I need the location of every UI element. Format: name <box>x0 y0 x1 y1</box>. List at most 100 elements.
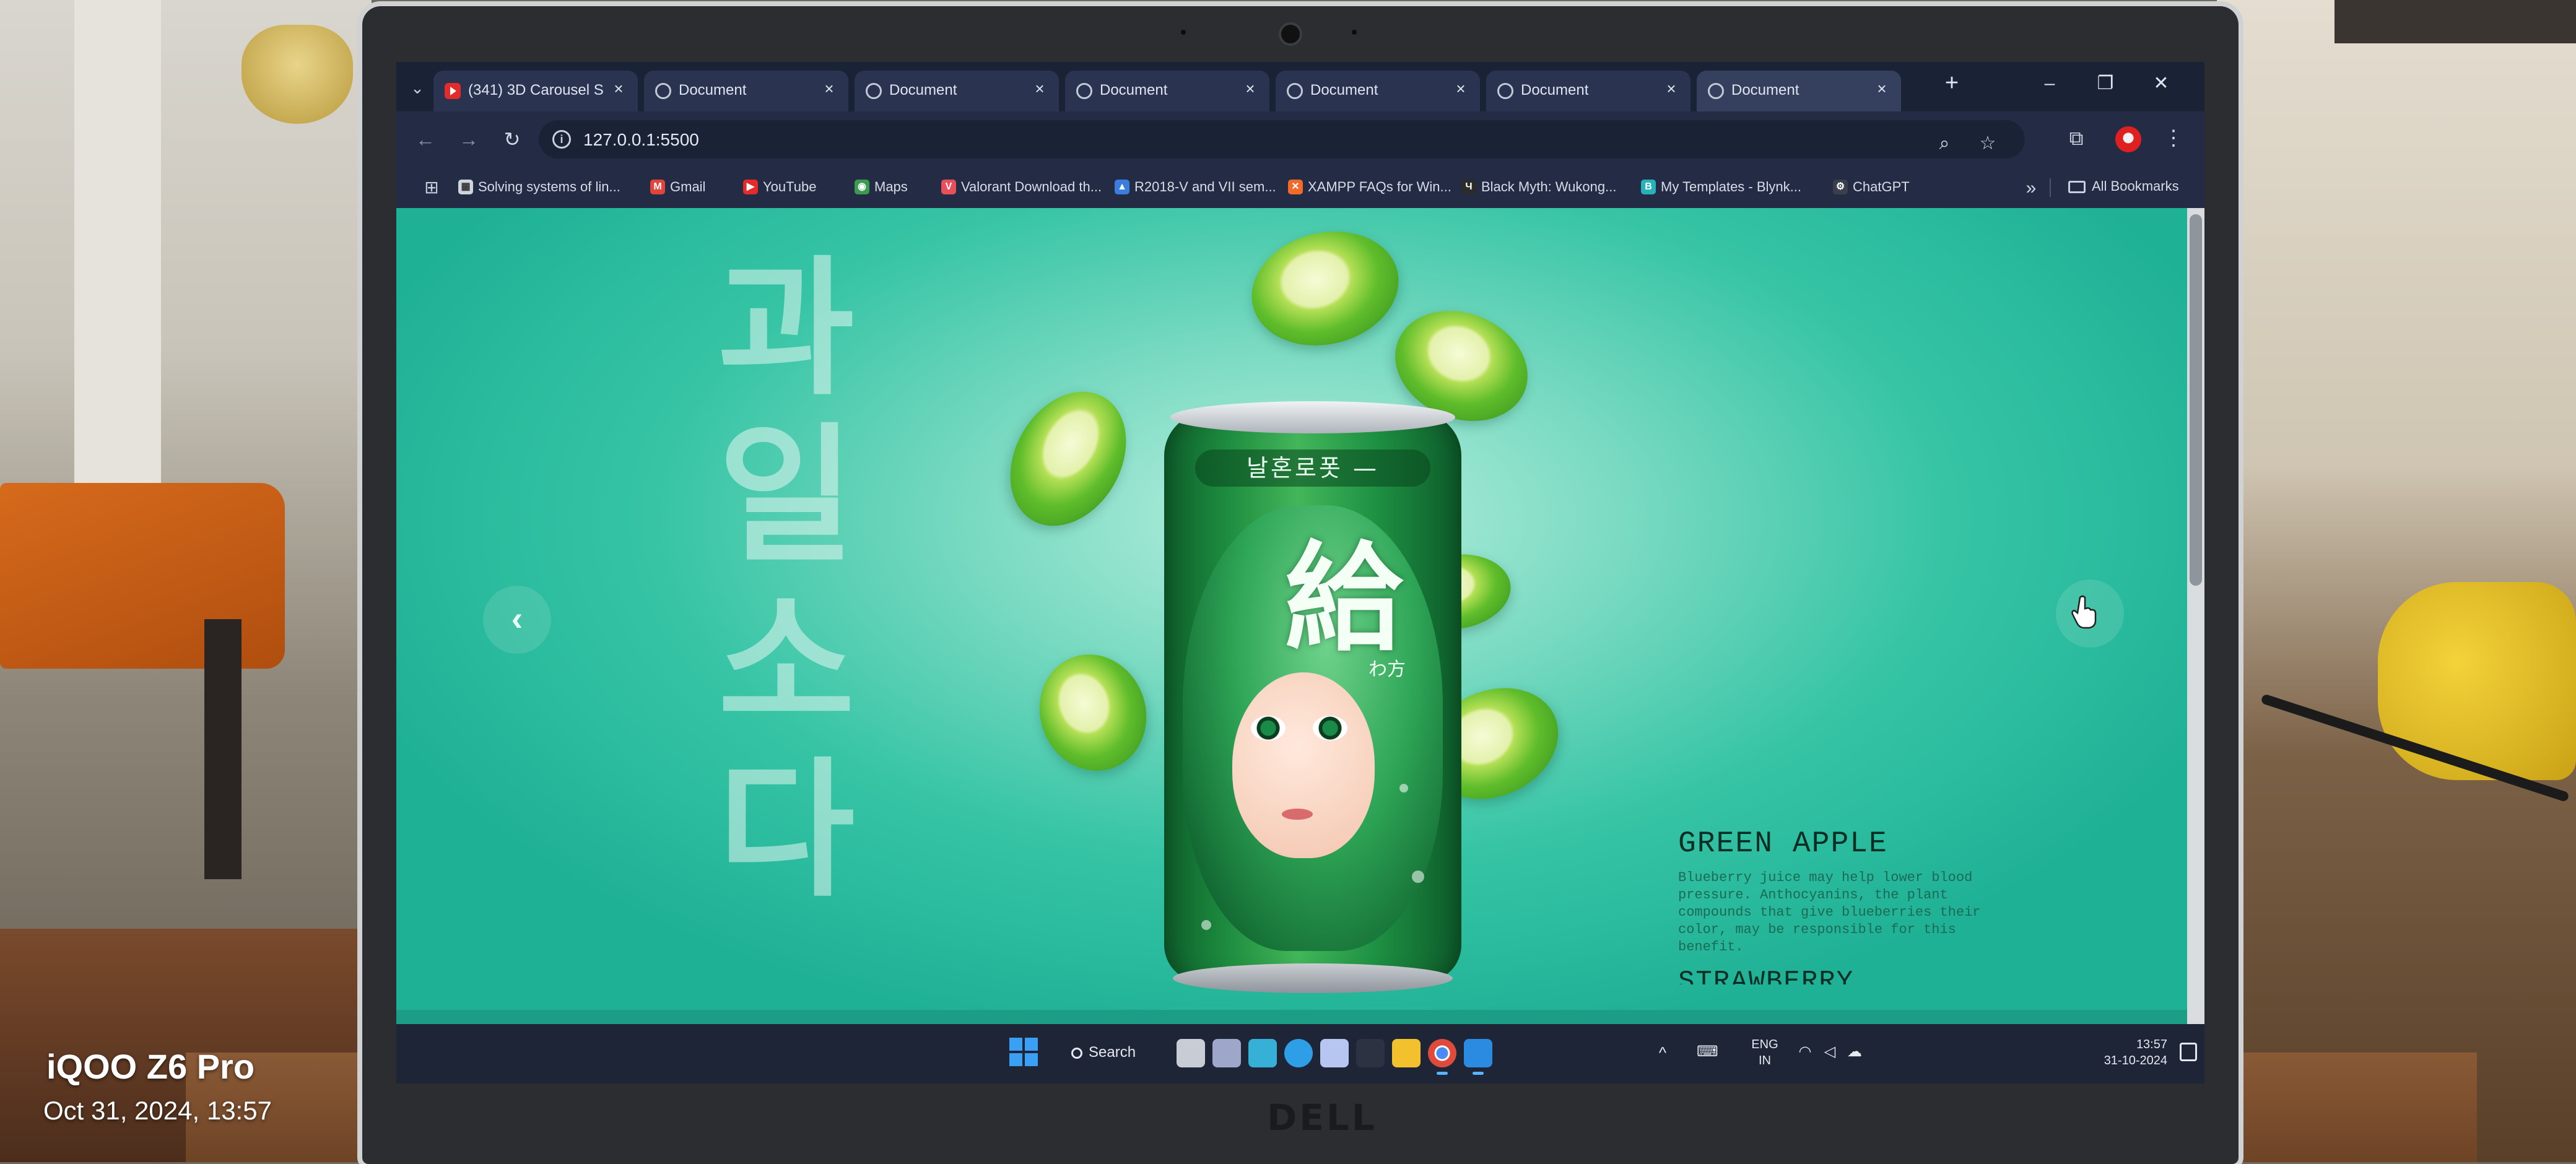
bookmark-gmail[interactable]: M Gmail <box>650 178 705 199</box>
bookmark-chatgpt[interactable]: ⚙ ChatGPT <box>1833 178 1910 199</box>
product-description: Blueberry juice may help lower blood pre… <box>1678 870 1981 955</box>
hangul-char: 다 <box>718 744 855 917</box>
web-page-viewport: 과 일 소 다 날혼로폿 — 給 わ方 ‹ › <box>396 208 2204 1024</box>
apps-grid-icon[interactable]: ⊞ <box>421 177 442 198</box>
new-tab-button[interactable]: + <box>1938 69 1965 97</box>
bookmark-label: YouTube <box>763 179 817 195</box>
meet-icon[interactable] <box>1212 1039 1241 1067</box>
address-bar[interactable]: i ⌕ ☆ <box>539 120 2025 159</box>
globe-icon <box>1497 83 1513 99</box>
close-icon[interactable]: × <box>1873 79 1891 98</box>
close-icon[interactable]: × <box>1241 79 1260 98</box>
close-window-button[interactable]: ✕ <box>2143 68 2180 99</box>
camera-watermark-model: iQOO Z6 Pro <box>46 1047 255 1086</box>
divider <box>2050 178 2051 197</box>
bookmark-star-icon[interactable]: ☆ <box>1975 131 2000 156</box>
file-explorer-icon[interactable] <box>1392 1039 1421 1067</box>
bookmark-maps[interactable]: ◉ Maps <box>855 178 908 199</box>
site-info-icon[interactable]: i <box>552 130 571 149</box>
gmail-icon: M <box>650 180 665 195</box>
tab-document[interactable]: Document × <box>855 71 1059 111</box>
globe-icon <box>1708 83 1724 99</box>
region-code: IN <box>1759 1054 1771 1067</box>
soda-can-image: 날혼로폿 — 給 わ方 <box>1164 401 1461 993</box>
volume-icon[interactable]: ◁ <box>1821 1043 1839 1061</box>
tab-title: (341) 3D Carousel S <box>468 82 604 98</box>
start-tile <box>1009 1053 1022 1066</box>
tab-document[interactable]: Document × <box>1276 71 1480 111</box>
back-button[interactable]: ← <box>411 125 440 154</box>
bookmark-label: XAMPP FAQs for Win... <box>1308 179 1451 195</box>
apple-slice-image <box>1239 216 1411 361</box>
close-icon[interactable]: × <box>609 79 628 98</box>
bookmarks-overflow-button[interactable]: » <box>2019 176 2043 201</box>
bookmark-valorant[interactable]: V Valorant Download th... <box>941 178 1102 199</box>
taskbar-search-button[interactable]: Search <box>1071 1038 1136 1067</box>
zoom-icon[interactable]: ⌕ <box>1932 131 1957 156</box>
maps-icon: ◉ <box>855 180 869 195</box>
bookmark-black-myth[interactable]: Ч Black Myth: Wukong... <box>1461 178 1616 199</box>
chrome-icon[interactable] <box>1428 1039 1456 1075</box>
weather-icon[interactable]: ☁ <box>1845 1043 1864 1061</box>
tab-search-button[interactable]: ⌄ <box>405 76 430 100</box>
bookmark-label: R2018-V and VII sem... <box>1134 179 1276 195</box>
widgets-icon[interactable] <box>1356 1039 1385 1067</box>
tab-document[interactable]: Document × <box>644 71 848 111</box>
tray-overflow-icon[interactable]: ^ <box>1653 1040 1672 1065</box>
browser-toolbar: ← → ↻ i ⌕ ☆ ⧉ ⋮ <box>396 111 2204 167</box>
folder-icon <box>2068 181 2086 194</box>
bookmark-youtube[interactable]: ▶ YouTube <box>743 178 816 199</box>
task-view-icon[interactable] <box>1177 1039 1205 1067</box>
bookmark-label: Gmail <box>670 179 706 195</box>
browser-menu-icon[interactable]: ⋮ <box>2161 124 2186 152</box>
start-tile <box>1025 1038 1038 1051</box>
bubble <box>1412 871 1424 883</box>
bookmark-r2018[interactable]: ▲ R2018-V and VII sem... <box>1115 178 1276 199</box>
close-icon[interactable]: × <box>1451 79 1470 98</box>
snipping-tool-icon[interactable] <box>1320 1039 1349 1067</box>
vscode-icon[interactable] <box>1464 1039 1492 1075</box>
copilot-icon[interactable] <box>1248 1039 1277 1067</box>
tab-document[interactable]: Document × <box>1486 71 1690 111</box>
tab-title: Document <box>1100 82 1168 98</box>
close-icon[interactable]: × <box>820 79 838 98</box>
tab-document-active[interactable]: Document × <box>1697 71 1901 111</box>
edge-icon[interactable] <box>1284 1039 1313 1067</box>
valorant-icon: V <box>941 180 956 195</box>
carousel-prev-button[interactable]: ‹ <box>483 586 551 654</box>
clock-time: 13:57 <box>2136 1038 2167 1051</box>
tab-document[interactable]: Document × <box>1065 71 1269 111</box>
windows-start-icon[interactable] <box>1009 1038 1039 1067</box>
notifications-icon[interactable] <box>2180 1043 2197 1061</box>
tab-3d-carousel[interactable]: (341) 3D Carousel S × <box>433 71 638 111</box>
scrollbar-thumb[interactable] <box>2190 214 2202 586</box>
bookmark-xampp[interactable]: ✕ XAMPP FAQs for Win... <box>1288 178 1451 199</box>
reload-button[interactable]: ↻ <box>498 125 526 154</box>
extensions-icon[interactable]: ⧉ <box>2062 124 2091 152</box>
minimize-button[interactable]: – <box>2031 68 2068 99</box>
blynk-icon: B <box>1641 180 1656 195</box>
page-scrollbar[interactable] <box>2187 208 2204 1024</box>
camera-watermark-date: Oct 31, 2024, 13:57 <box>43 1096 272 1125</box>
bookmark-blynk[interactable]: B My Templates - Blynk... <box>1641 178 1801 199</box>
system-clock[interactable]: 13:57 31-10-2024 <box>2099 1036 2167 1069</box>
bookmark-label: Maps <box>874 179 908 195</box>
bookmark-label: ChatGPT <box>1853 179 1910 195</box>
restore-button[interactable]: ❐ <box>2087 68 2124 99</box>
stool-leg <box>204 619 242 879</box>
tab-strip: ⌄ (341) 3D Carousel S × Document × Docum… <box>396 62 2204 111</box>
all-bookmarks-button[interactable]: All Bookmarks <box>2068 178 2179 194</box>
globe-icon <box>655 83 671 99</box>
url-input[interactable] <box>582 126 1761 154</box>
language-indicator[interactable]: ENG IN <box>1746 1036 1783 1069</box>
can-illustration-face <box>1232 672 1375 858</box>
can-illustration-lips <box>1282 809 1313 820</box>
wifi-icon[interactable]: ◠ <box>1796 1043 1814 1061</box>
close-icon[interactable]: × <box>1662 79 1681 98</box>
keyboard-icon[interactable]: ⌨ <box>1697 1043 1718 1061</box>
forward-button[interactable]: → <box>455 125 483 154</box>
bookmark-solving-systems[interactable]: ▦ Solving systems of lin... <box>458 178 620 199</box>
close-icon[interactable]: × <box>1030 79 1049 98</box>
tab-title: Document <box>679 82 747 98</box>
profile-avatar[interactable] <box>2115 126 2141 152</box>
